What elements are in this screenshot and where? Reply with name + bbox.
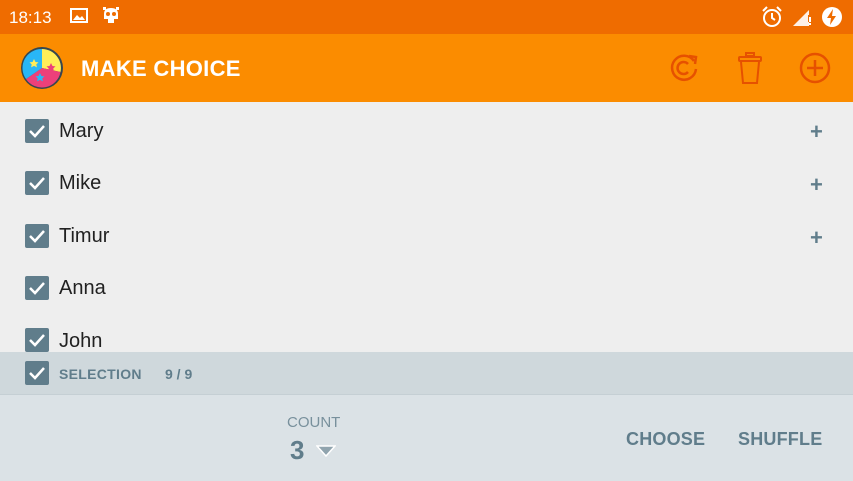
list-item[interactable]: John <box>0 315 853 352</box>
item-checkbox[interactable] <box>25 224 49 248</box>
app-logo-icon <box>20 46 64 95</box>
list-item[interactable]: Anna <box>0 262 853 314</box>
add-circle-icon <box>797 52 833 90</box>
item-name: Timur <box>59 225 110 247</box>
list-item[interactable]: Timur + <box>0 209 853 261</box>
list-item[interactable]: Mike + <box>0 157 853 209</box>
choice-list[interactable]: Mary + Mike + Timur + Anna John <box>0 102 853 352</box>
count-label: COUNT <box>287 414 341 431</box>
choose-button[interactable]: CHOOSE <box>626 429 705 450</box>
status-bar: 18:13 <box>0 0 853 34</box>
count-value[interactable]: 3 <box>290 435 304 466</box>
robot-notification-icon <box>101 5 121 32</box>
item-name: Mike <box>59 172 102 194</box>
count-dropdown-icon[interactable] <box>315 444 337 462</box>
alarm-icon <box>761 5 783 34</box>
refresh-icon <box>666 54 702 90</box>
list-item[interactable]: Mary + <box>0 104 853 156</box>
bottom-bar: COUNT 3 CHOOSE SHUFFLE <box>0 394 853 481</box>
select-all-checkbox[interactable] <box>25 361 49 385</box>
app-bar: MAKE CHOICE <box>0 34 853 102</box>
add-item-button[interactable] <box>797 50 833 86</box>
selection-label: SELECTION <box>59 366 142 382</box>
shuffle-button[interactable]: SHUFFLE <box>738 429 822 450</box>
signal-icon <box>791 5 813 34</box>
item-checkbox[interactable] <box>25 328 49 352</box>
item-name: Anna <box>59 277 106 299</box>
item-name: John <box>59 330 103 352</box>
selection-count: 9 / 9 <box>165 366 193 382</box>
status-time: 18:13 <box>9 8 52 27</box>
item-plus-button[interactable]: + <box>810 172 823 198</box>
battery-charging-icon <box>820 5 844 34</box>
item-checkbox[interactable] <box>25 276 49 300</box>
trash-icon <box>732 52 768 90</box>
item-checkbox[interactable] <box>25 119 49 143</box>
image-notification-icon <box>70 5 88 32</box>
refresh-button[interactable] <box>666 50 702 86</box>
app-title: MAKE CHOICE <box>81 56 241 81</box>
selection-bar: SELECTION 9 / 9 <box>0 352 853 394</box>
item-plus-button[interactable]: + <box>810 119 823 145</box>
item-name: Mary <box>59 120 104 142</box>
delete-button[interactable] <box>732 50 768 86</box>
item-plus-button[interactable]: + <box>810 225 823 251</box>
item-checkbox[interactable] <box>25 171 49 195</box>
